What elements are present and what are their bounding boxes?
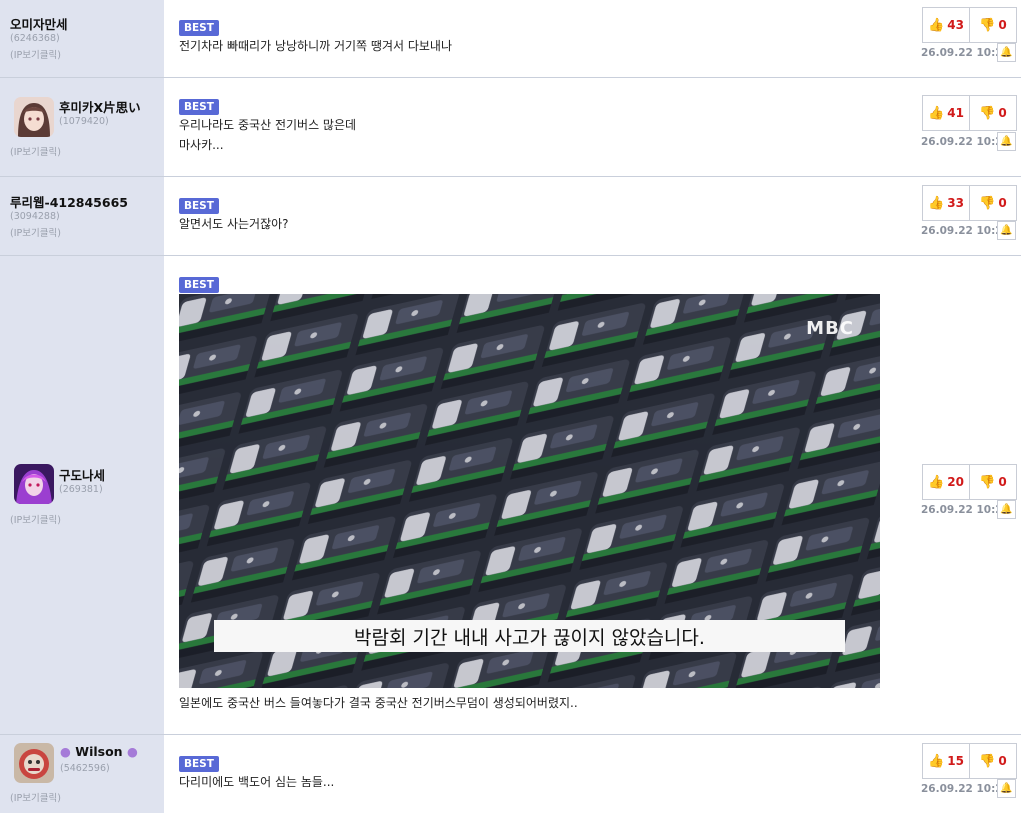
best-badge: BEST [179,99,219,115]
report-button[interactable]: 🔔 [997,221,1016,240]
like-count: 15 [947,754,964,768]
comment-text: 마사카... [179,138,224,152]
comment-row: 후미카X片思い (1079420) (IP보기클릭) BEST 우리나라도 중국… [0,78,1021,177]
avatar [14,743,54,783]
thumbs-up-icon: 👍 [928,195,945,211]
comment-text: 다리미에도 백도어 심는 놈들... [179,775,335,789]
vote-box: 👍 33 👎 0 [922,185,1017,221]
ip-view-link[interactable]: (IP보기클릭) [10,512,61,526]
vote-box: 👍 41 👎 0 [922,95,1017,131]
report-button[interactable]: 🔔 [997,43,1016,62]
avatar-image [14,464,54,504]
like-button[interactable]: 👍 41 [923,96,970,130]
thumbs-up-icon: 👍 [928,474,945,490]
like-count: 41 [947,106,964,120]
best-badge: BEST [179,20,219,36]
best-badge: BEST [179,198,219,214]
report-button[interactable]: 🔔 [997,500,1016,519]
username[interactable]: Wilson [75,744,122,759]
username[interactable]: 오미자만세 [10,14,68,33]
dislike-count: 0 [998,754,1007,768]
bell-icon: 🔔 [1000,136,1013,147]
thumbs-down-icon: 👎 [979,753,996,769]
comment-text: 우리나라도 중국산 전기버스 많은데 [179,118,357,132]
like-count: 33 [947,196,964,210]
attached-image[interactable]: MBC 박람회 기간 내내 사고가 끊이지 않았습니다. [179,294,880,688]
like-count: 43 [947,18,964,32]
best-badge: BEST [179,756,219,772]
video-subtitle: 박람회 기간 내내 사고가 끊이지 않았습니다. [214,620,845,652]
thumbs-down-icon: 👎 [979,195,996,211]
ip-view-link[interactable]: (IP보기클릭) [10,144,61,158]
comment-row: ● Wilson ● (5462596) (IP보기클릭) BEST 다리미에도… [0,735,1021,813]
avatar-image [14,743,54,783]
vote-box: 👍 15 👎 0 [922,743,1017,779]
like-button[interactable]: 👍 43 [923,8,970,42]
username[interactable]: 구도나세 [59,465,105,484]
thumbs-up-icon: 👍 [928,17,945,33]
report-button[interactable]: 🔔 [997,132,1016,151]
report-button[interactable]: 🔔 [997,779,1016,798]
dislike-count: 0 [998,18,1007,32]
thumbs-down-icon: 👎 [979,17,996,33]
comment-row: 루리웹-412845665 (3094288) (IP보기클릭) BEST 알면… [0,177,1021,256]
avatar-image [14,97,54,137]
thumbs-down-icon: 👎 [979,474,996,490]
user-id: (3094288) [10,211,60,222]
dislike-button[interactable]: 👎 0 [970,186,1016,220]
bell-icon: 🔔 [1000,47,1013,58]
comment-row: 구도나세 (269381) (IP보기클릭) BEST MBC 박람회 기간 내… [0,256,1021,735]
purple-orb-icon: ● [126,744,138,759]
comment-row: 오미자만세 (6246368) (IP보기클릭) BEST 전기차라 빠때리가 … [0,0,1021,78]
avatar [14,464,54,504]
ip-view-link[interactable]: (IP보기클릭) [10,790,61,804]
bell-icon: 🔔 [1000,783,1013,794]
comment-text: 알면서도 사는거잖아? [179,217,289,231]
user-id: (1079420) [59,116,109,127]
dislike-count: 0 [998,106,1007,120]
like-button[interactable]: 👍 33 [923,186,970,220]
user-id: (269381) [59,484,103,495]
dislike-count: 0 [998,196,1007,210]
dislike-button[interactable]: 👎 0 [970,96,1016,130]
dislike-count: 0 [998,475,1007,489]
ip-view-link[interactable]: (IP보기클릭) [10,47,61,61]
ip-view-link[interactable]: (IP보기클릭) [10,225,61,239]
vote-box: 👍 43 👎 0 [922,7,1017,43]
comment-text: 전기차라 빠때리가 낭낭하니까 거기쪽 땡겨서 다보내나 [179,39,452,53]
like-count: 20 [947,475,964,489]
bell-icon: 🔔 [1000,225,1013,236]
dislike-button[interactable]: 👎 0 [970,8,1016,42]
user-id: (6246368) [10,33,60,44]
vote-box: 👍 20 👎 0 [922,464,1017,500]
username[interactable]: 루리웹-412845665 [10,192,128,211]
username[interactable]: 후미카X片思い [59,97,141,116]
purple-orb-icon: ● [60,744,71,759]
dislike-button[interactable]: 👎 0 [970,744,1016,778]
username-wrapper: ● Wilson ● [60,744,138,759]
comment-text: 일본에도 중국산 버스 들여놓다가 결국 중국산 전기버스무덤이 생성되어버렸지… [179,696,578,710]
like-button[interactable]: 👍 15 [923,744,970,778]
dislike-button[interactable]: 👎 0 [970,465,1016,499]
user-id: (5462596) [60,763,110,774]
best-badge: BEST [179,277,219,293]
thumbs-up-icon: 👍 [928,105,945,121]
thumbs-up-icon: 👍 [928,753,945,769]
thumbs-down-icon: 👎 [979,105,996,121]
bell-icon: 🔔 [1000,504,1013,515]
like-button[interactable]: 👍 20 [923,465,970,499]
broadcaster-logo: MBC [806,318,854,339]
avatar [14,97,54,137]
